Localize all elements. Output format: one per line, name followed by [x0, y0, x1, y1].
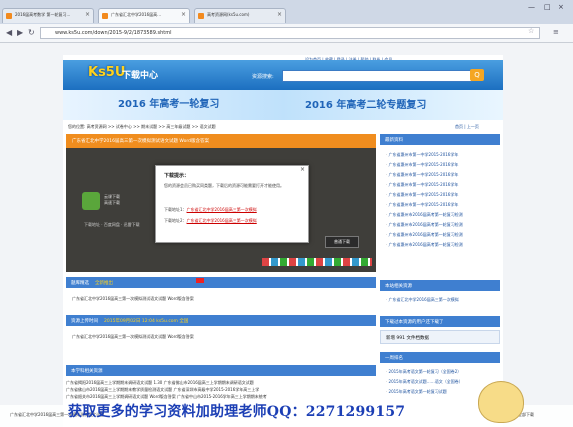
banner-right-text: 2016 年高考二轮专题复习: [305, 100, 427, 111]
dialog-close-icon[interactable]: ×: [300, 166, 305, 173]
new-badge: [196, 278, 204, 283]
sidebar-item[interactable]: 广东省惠州市2016届高考第一轮复习检测: [386, 222, 463, 228]
back-icon[interactable]: ◀: [6, 28, 12, 37]
sidebar-item[interactable]: 广东省惠州市第一中学2015-2016学年: [386, 162, 459, 168]
reload-icon[interactable]: ↻: [28, 28, 35, 37]
favicon-icon: [198, 13, 204, 19]
maximize-button[interactable]: □: [544, 3, 551, 11]
section-header-1: 题库精选 全新推出: [66, 277, 376, 288]
dialog-link-1[interactable]: 广东省汇北中学2016届高三第一次模拟: [187, 207, 257, 212]
site-logo[interactable]: Ks5U: [88, 65, 125, 80]
browser-tab-1[interactable]: 2016届高考数学 第一轮复习... ×: [2, 8, 94, 23]
share-icons[interactable]: [262, 258, 372, 266]
section-header-3: 本学科相关资源: [66, 365, 376, 376]
section-text-2[interactable]: 广东省汇北中学2016届高三第一次模拟测试语文试题 Word版含答案: [72, 334, 194, 340]
sidebar-item[interactable]: 2015年高考语文第一轮复习（全国卷2）: [386, 369, 462, 375]
sidebar-item[interactable]: 广东省惠州市2016届高考第一轮复习检测: [386, 242, 463, 248]
doc-title: 广东省汇北中学2016届高三第一次模拟测试语文试题 Word版含答案: [72, 139, 209, 144]
app-name: 云课下载 高速下载: [104, 194, 120, 205]
menu-icon[interactable]: ≡: [553, 28, 559, 36]
site-logo-subtitle: 下载中心: [122, 71, 159, 81]
breadcrumb[interactable]: 您的位置: 高考资源网 >> 试卷中心 >> 期末试题 >> 高三年级试题 >>…: [68, 124, 216, 130]
address-label: 下载地址2：: [164, 218, 187, 223]
close-tab-icon[interactable]: ×: [181, 11, 186, 18]
sidebar-item[interactable]: 广东省惠州市第一中学2015-2016学年: [386, 172, 459, 178]
app-download-icon[interactable]: [82, 192, 100, 210]
browser-tab-3[interactable]: 高考资源网(ks5u.com) ×: [194, 8, 286, 23]
bookmark-star-icon[interactable]: ☆: [528, 27, 534, 35]
related-line-3[interactable]: 广东省韶关市2016届高三上学期调研语文试题 Word版含答案 广东省中山市20…: [66, 394, 267, 400]
dialog-address-2: 下载地址2：广东省汇北中学2016届高三第一次模拟: [164, 218, 257, 224]
sidebar-header-weekly: 一周排名: [380, 352, 500, 363]
sidebar-item[interactable]: 广东省汇北中学2016届高三第一次模拟: [386, 297, 459, 303]
url-text: www.ks5u.com/down/2015-9/2/1873589.shtml: [55, 30, 172, 36]
section-text-1[interactable]: 广东省汇北中学2016届高三第一次模拟测试语文试题 Word版含答案: [72, 296, 194, 302]
address-bar[interactable]: www.ks5u.com/down/2015-9/2/1873589.shtml: [40, 27, 540, 39]
download-button[interactable]: 普通下载: [325, 236, 359, 248]
dialog-title: 下载提示：: [164, 173, 190, 179]
sidebar-header-also-downloaded: 下载过本资源的用户还下载了: [380, 316, 500, 327]
dialog-address-1: 下载地址1：广东省汇北中学2016届高三第一次模拟: [164, 207, 257, 213]
sidebar-header-related: 本站相关资源: [380, 280, 500, 291]
download-links[interactable]: 下载地址 · 百度网盘 · 迅雷下载: [84, 222, 140, 228]
related-line-2[interactable]: 广东省佛山市2016届高三上学期期末教学质量检测语文试题 广东省深圳市高级中学2…: [66, 387, 259, 393]
qq-watermark: 获取更多的学习资料加助理老师QQ：2271299157: [68, 404, 406, 420]
favicon-icon: [6, 13, 12, 19]
sidebar-item[interactable]: 广东省惠州市第一中学2015-2016学年: [386, 192, 459, 198]
sidebar-item[interactable]: 广东省惠州市第一中学2015-2016学年: [386, 182, 459, 188]
tab-label: 2016届高考数学 第一轮复习...: [15, 12, 71, 17]
mascot-icon: [478, 381, 524, 423]
forward-icon[interactable]: ▶: [17, 28, 23, 37]
search-button[interactable]: Q: [470, 69, 484, 81]
sidebar-item[interactable]: 广东省惠州市2016届高考第一轮复习检测: [386, 212, 463, 218]
sidebar-item[interactable]: 广东省惠州市第一中学2015-2016学年: [386, 152, 459, 158]
sidebar-item[interactable]: 2015年高考语文第一轮复习试题: [386, 389, 447, 395]
minimize-button[interactable]: —: [528, 3, 535, 11]
breadcrumb-right-links[interactable]: 首页 | 上一页: [455, 124, 479, 130]
browser-toolbar: ◀ ▶ ↻ www.ks5u.com/down/2015-9/2/1873589…: [0, 24, 573, 43]
banner-left-text: 2016 年高考一轮复习: [118, 99, 220, 110]
close-tab-icon[interactable]: ×: [277, 11, 282, 18]
browser-tab-2[interactable]: 广东省汇北中学2016届高... ×: [98, 8, 190, 23]
related-line-1[interactable]: 广东省揭阳2016届高三上学期期末调研语文试题 1.30 广东省佛山市2016届…: [66, 380, 254, 386]
sidebar-item[interactable]: 广东省惠州市2016届高考第一轮复习检测: [386, 232, 463, 238]
tab-label: 广东省汇北中学2016届高...: [111, 12, 161, 17]
dialog-body: 您的资源会员已购买同类题，下载后的资源可能需要打开才能使用。: [164, 183, 284, 188]
dialog-link-2[interactable]: 广东省汇北中学2016届高三第一次模拟: [187, 218, 257, 223]
close-window-button[interactable]: ×: [558, 3, 564, 11]
close-tab-icon[interactable]: ×: [85, 11, 90, 18]
address-label: 下载地址1：: [164, 207, 187, 212]
sidebar-item[interactable]: 广东省惠州市第一中学2015-2016学年: [386, 202, 459, 208]
sidebar-promo[interactable]: 新增 991 文件档数据: [380, 330, 500, 344]
search-label: 资源搜索:: [252, 74, 274, 80]
sidebar-header-latest: 最新资料: [380, 134, 500, 145]
sidebar-item[interactable]: 2015年高考语文试题……语文（全国卷）: [386, 379, 463, 385]
browser-tabstrip: 2016届高考数学 第一轮复习... × 广东省汇北中学2016届高... × …: [0, 0, 573, 24]
favicon-icon: [102, 13, 108, 19]
tab-label: 高考资源网(ks5u.com): [207, 12, 250, 17]
section-header-2: 资源上传时间 2015年09月02日 12:04 ks5u.com 全国: [66, 315, 376, 326]
search-input[interactable]: [282, 70, 472, 82]
